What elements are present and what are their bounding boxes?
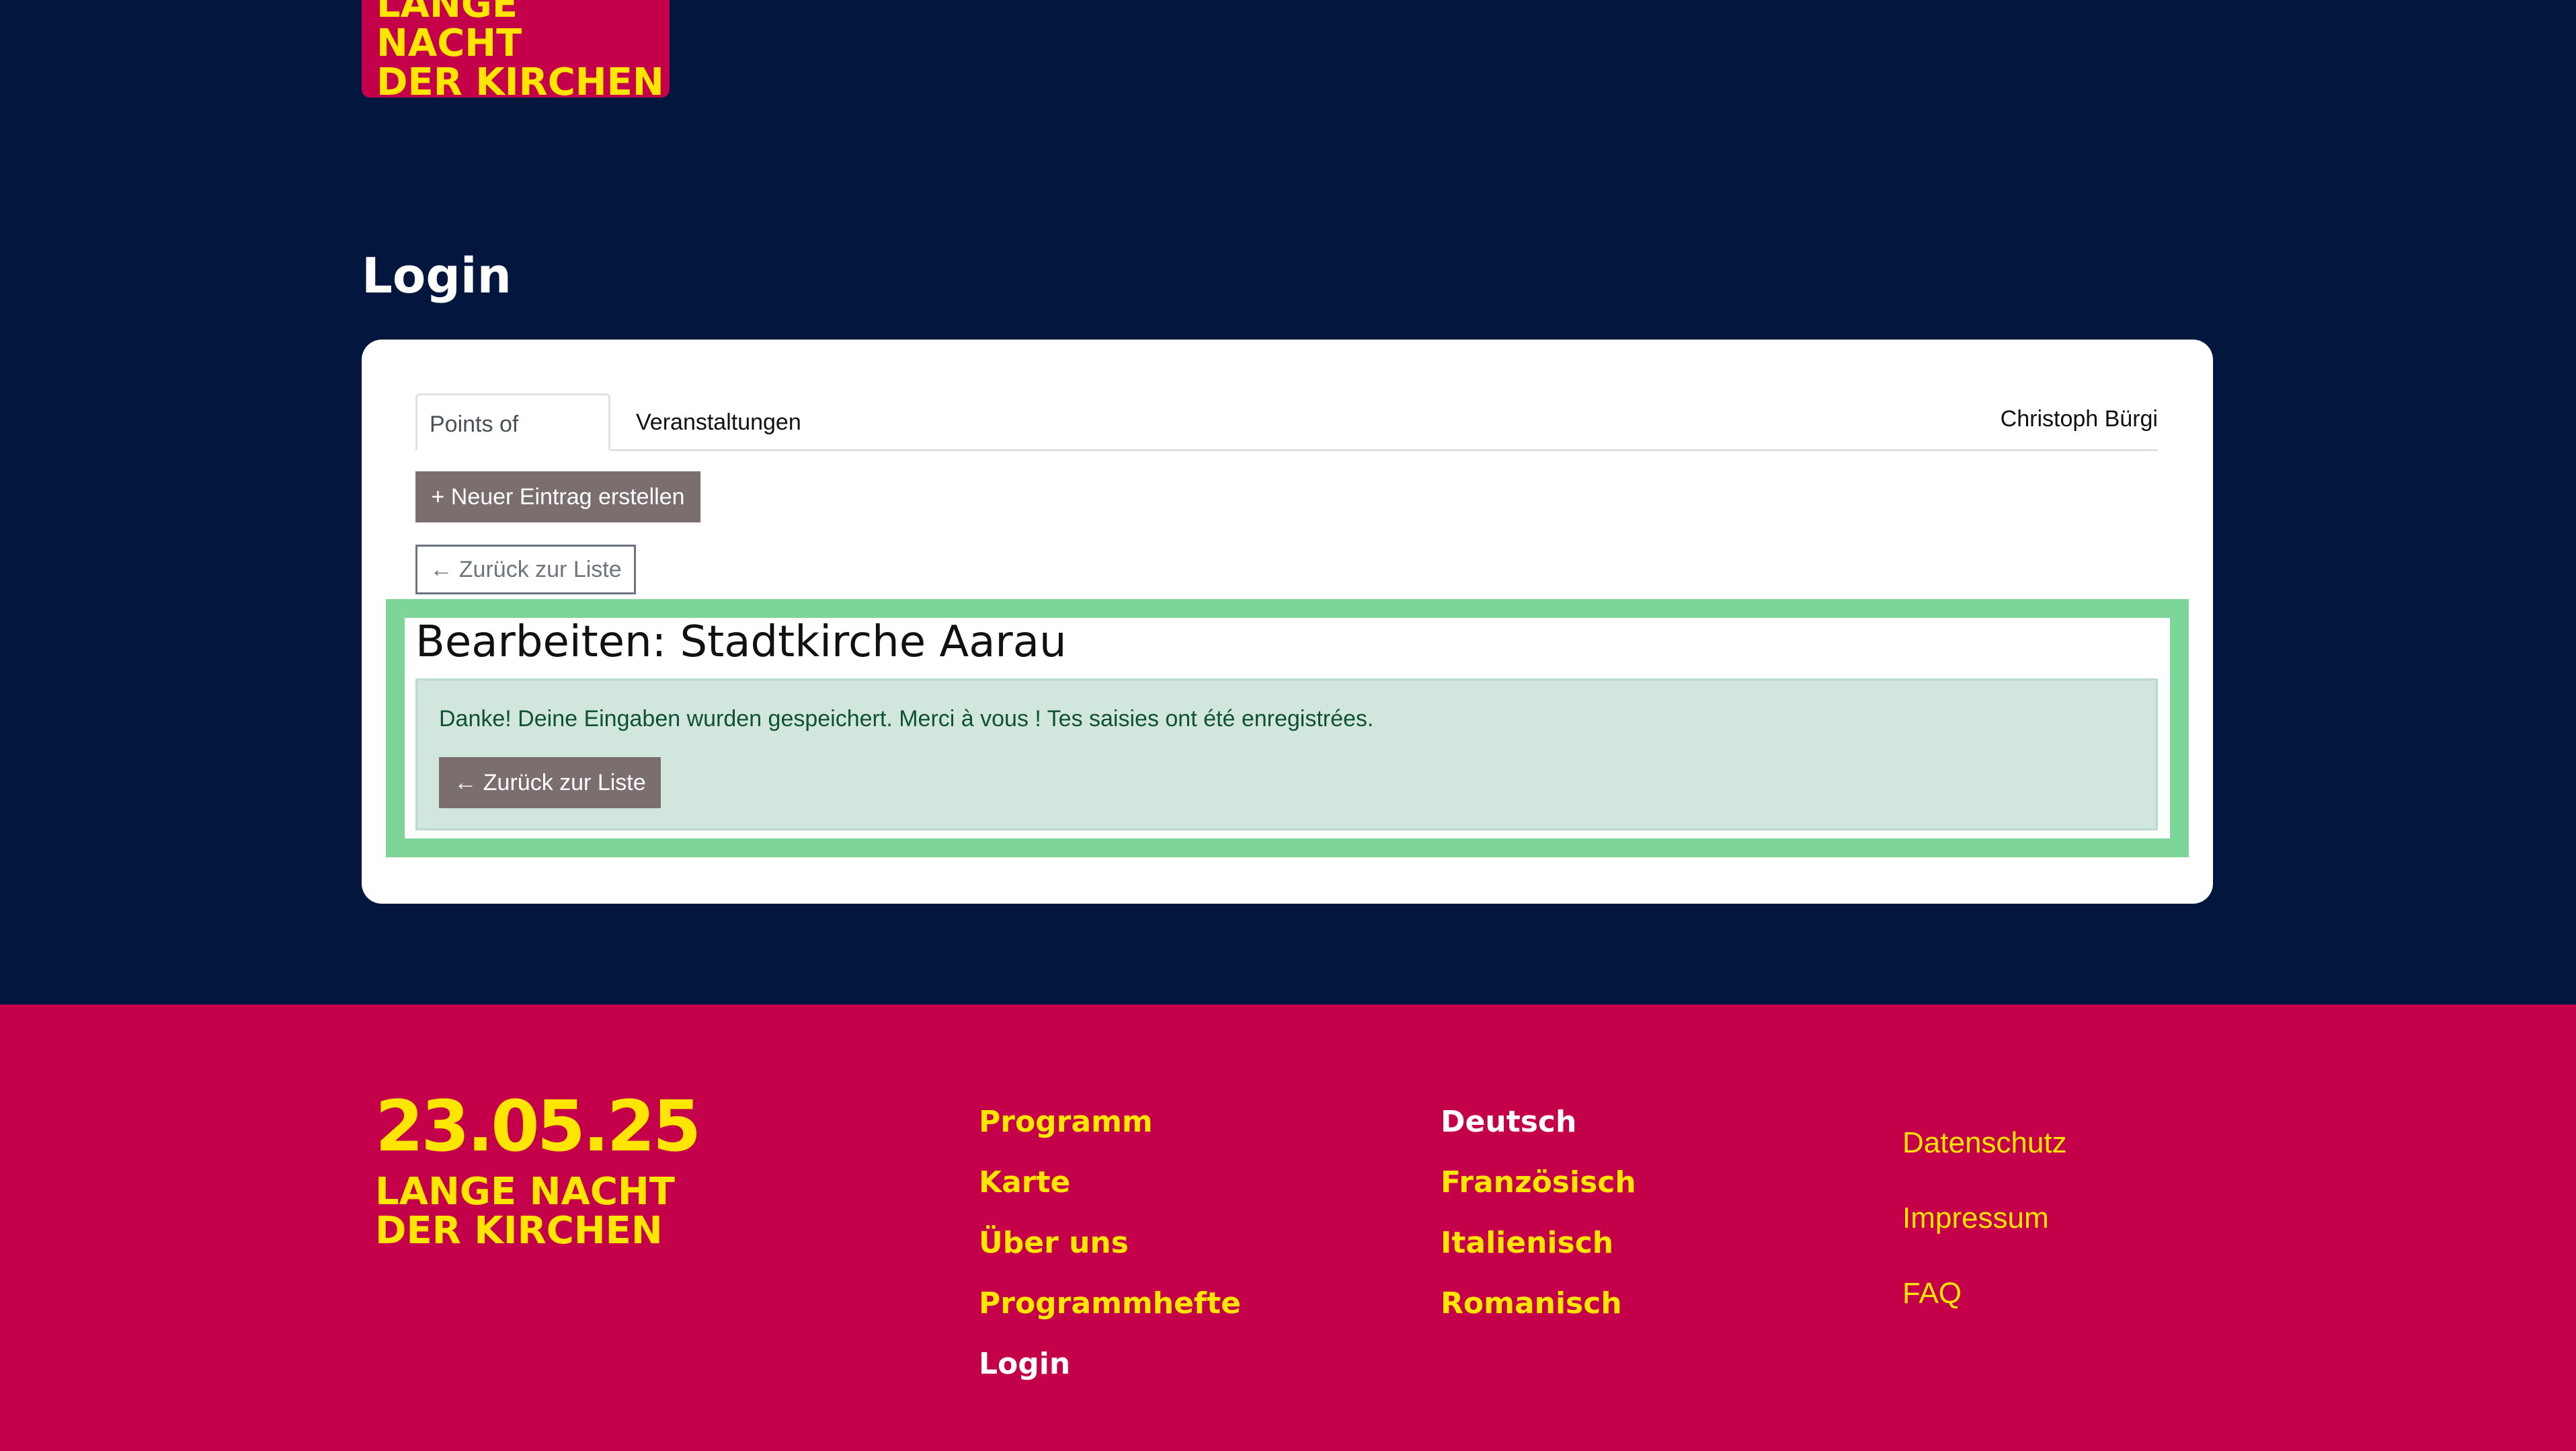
footer-logo-line-2: DER KIRCHEN	[375, 1209, 663, 1253]
footer-nav: Programm Karte Über uns Programmhefte Lo…	[979, 1092, 1241, 1395]
back-to-list-button[interactable]: ← Zurück zur Liste	[415, 545, 636, 594]
success-message: Danke! Deine Eingaben wurden gespeichert…	[439, 706, 1374, 732]
logo-line-2: DER KIRCHEN	[376, 61, 664, 98]
footer-legal: Datenschutz Impressum FAQ	[1902, 1105, 2067, 1331]
footer-link-faq[interactable]: FAQ	[1902, 1256, 2067, 1331]
tab-bar: Points of Interest Veranstaltungen Chris…	[415, 393, 2158, 495]
alert-back-to-list-button[interactable]: ← Zurück zur Liste	[439, 757, 661, 808]
footer: 23.05.25 LANGE NACHT DER KIRCHEN Program…	[0, 1005, 2576, 1451]
footer-link-karte[interactable]: Karte	[979, 1152, 1241, 1213]
footer-logo-line-1: LANGE NACHT	[375, 1170, 675, 1214]
footer-link-programmhefte[interactable]: Programmhefte	[979, 1273, 1241, 1334]
footer-logo: LANGE NACHT DER KIRCHEN	[375, 1173, 675, 1251]
footer-link-ueber-uns[interactable]: Über uns	[979, 1213, 1241, 1273]
language-romanisch[interactable]: Romanisch	[1441, 1273, 1636, 1334]
success-alert: Danke! Deine Eingaben wurden gespeichert…	[415, 678, 2158, 830]
footer-link-datenschutz[interactable]: Datenschutz	[1902, 1105, 2067, 1181]
footer-languages: Deutsch Französisch Italienisch Romanisc…	[1441, 1092, 1636, 1334]
new-entry-button[interactable]: + Neuer Eintrag erstellen	[415, 471, 700, 522]
footer-link-login[interactable]: Login	[979, 1334, 1241, 1395]
user-name: Christoph Bürgi	[2000, 406, 2158, 432]
tab-veranstaltungen[interactable]: Veranstaltungen	[624, 393, 813, 451]
footer-event-date: 23.05.25	[375, 1085, 701, 1167]
language-deutsch[interactable]: Deutsch	[1441, 1092, 1636, 1152]
logo-line-1: LANGE NACHT	[376, 0, 522, 65]
footer-link-impressum[interactable]: Impressum	[1902, 1181, 2067, 1256]
header-area: LANGE NACHT DER KIRCHEN Login Points of …	[0, 0, 2576, 1005]
edit-heading: Bearbeiten: Stadtkirche Aarau	[415, 617, 1067, 667]
language-franzoesisch[interactable]: Französisch	[1441, 1152, 1636, 1213]
site-logo[interactable]: LANGE NACHT DER KIRCHEN	[362, 0, 670, 97]
language-italienisch[interactable]: Italienisch	[1441, 1213, 1636, 1273]
page-title: Login	[362, 247, 512, 304]
content-card: Points of Interest Veranstaltungen Chris…	[362, 340, 2213, 904]
footer-link-programm[interactable]: Programm	[979, 1092, 1241, 1152]
tab-points-of-interest[interactable]: Points of Interest	[415, 393, 610, 495]
